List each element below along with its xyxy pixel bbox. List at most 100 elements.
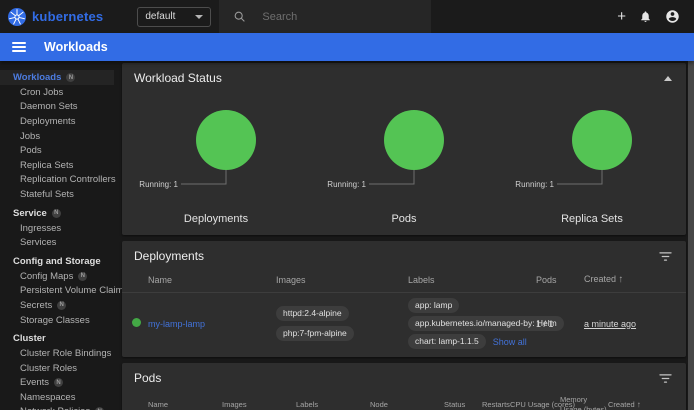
deployments-title: Deployments [134, 249, 204, 263]
column-header-name[interactable]: Name [148, 275, 276, 285]
scrollbar-thumb[interactable] [688, 61, 694, 410]
sidebar-item-cluster-roles[interactable]: Cluster Roles [0, 361, 114, 376]
sidebar-item-cron-jobs[interactable]: Cron Jobs [0, 85, 114, 100]
sidebar-item-persistent-volume-claims[interactable]: Persistent Volume Claims N [0, 284, 114, 299]
sidebar-item-replica-sets[interactable]: Replica Sets [0, 158, 114, 173]
column-header-memory[interactable]: Memory Usage (bytes) [560, 395, 608, 410]
menu-icon[interactable] [12, 42, 26, 52]
column-header-cpu[interactable]: CPU Usage (cores) [510, 400, 560, 410]
app-bar: Workloads [0, 33, 694, 61]
main-content: Workload Status Running: 1 Deployments [114, 61, 694, 410]
sidebar-item-service[interactable]: Service N [0, 206, 114, 221]
top-bar: kubernetes default + [0, 0, 694, 33]
sidebar-item-replication-controllers[interactable]: Replication Controllers [0, 173, 114, 188]
label-chip: chart: lamp-1.1.5 [408, 334, 486, 349]
namespaced-badge: N [57, 301, 66, 310]
deployment-row: my-lamp-lamp httpd:2.4-alpine php:7-fpm-… [122, 293, 686, 357]
pods-card: Pods Name Images Labels Node [122, 363, 686, 410]
namespaced-badge: N [52, 209, 61, 218]
show-all-link[interactable]: Show all [493, 337, 527, 347]
namespaced-badge: N [66, 73, 75, 82]
namespace-selector[interactable]: default [137, 7, 211, 27]
kubernetes-logo-icon [8, 8, 26, 26]
pie-chart-pods: Running: 1 [314, 104, 494, 204]
column-header-status[interactable]: Status [444, 400, 482, 410]
create-resource-button[interactable]: + [617, 9, 626, 24]
chart-title: Pods [391, 213, 416, 225]
sort-arrow-icon: ↑ [619, 274, 624, 285]
column-header-images[interactable]: Images [276, 275, 408, 285]
deployment-images: httpd:2.4-alpine php:7-fpm-alpine [276, 306, 408, 341]
sidebar-item-storage-classes[interactable]: Storage Classes [0, 313, 114, 328]
column-header-created[interactable]: Created ↑ [584, 274, 676, 285]
user-profile-button[interactable] [665, 9, 680, 24]
notifications-button[interactable] [639, 10, 652, 23]
column-header-labels[interactable]: Labels [296, 400, 370, 410]
sidebar-item-config-and-storage[interactable]: Config and Storage [0, 254, 114, 269]
column-header-name[interactable]: Name [148, 400, 222, 410]
sidebar: Workloads N Cron Jobs Daemon Sets Deploy… [0, 61, 114, 410]
filter-button[interactable] [659, 251, 672, 262]
svg-text:Running: 1: Running: 1 [327, 180, 366, 189]
deployment-labels: app: lamp app.kubernetes.io/managed-by: … [408, 298, 536, 349]
brand-name: kubernetes [32, 9, 103, 24]
pie-chart-deployments: Running: 1 [126, 104, 306, 204]
column-header-images[interactable]: Images [222, 400, 296, 410]
deployments-card: Deployments Name Images Labels Pods [122, 241, 686, 357]
sidebar-item-secrets[interactable]: Secrets N [0, 298, 114, 313]
chevron-down-icon [195, 15, 203, 19]
pods-table-header: Name Images Labels Node Status Restarts … [122, 390, 686, 410]
filter-icon [659, 373, 672, 384]
sidebar-item-events[interactable]: Events N [0, 376, 114, 391]
search-bar [219, 0, 431, 33]
column-header-created[interactable]: Created ↑ [608, 400, 676, 410]
deployment-created: a minute ago [584, 319, 676, 329]
sidebar-item-jobs[interactable]: Jobs [0, 129, 114, 144]
sidebar-item-daemon-sets[interactable]: Daemon Sets [0, 100, 114, 115]
column-header-labels[interactable]: Labels [408, 275, 536, 285]
pods-title: Pods [134, 371, 161, 385]
sidebar-item-network-policies[interactable]: Network Policies N [0, 405, 114, 410]
sidebar-item-ingresses[interactable]: Ingresses [0, 221, 114, 236]
sidebar-item-workloads[interactable]: Workloads N [0, 70, 114, 85]
search-icon [233, 10, 246, 23]
svg-text:Running: 1: Running: 1 [139, 180, 178, 189]
kubernetes-dashboard: kubernetes default + [0, 0, 694, 410]
column-header-node[interactable]: Node [370, 400, 444, 410]
chart-pods: Running: 1 Pods [310, 104, 498, 225]
sidebar-item-deployments[interactable]: Deployments [0, 114, 114, 129]
deployments-table-header: Name Images Labels Pods Created ↑ [122, 268, 686, 293]
svg-text:Running: 1: Running: 1 [515, 180, 554, 189]
page-title: Workloads [44, 40, 108, 54]
column-header-restarts[interactable]: Restarts [482, 400, 510, 410]
chart-title: Deployments [184, 213, 248, 225]
sort-arrow-icon: ↑ [637, 400, 641, 409]
label-chip: app: lamp [408, 298, 459, 313]
deployment-name-link[interactable]: my-lamp-lamp [148, 319, 276, 329]
sidebar-item-config-maps[interactable]: Config Maps N [0, 269, 114, 284]
column-header-pods[interactable]: Pods [536, 275, 584, 285]
sidebar-item-namespaces[interactable]: Namespaces [0, 390, 114, 405]
status-ok-icon [132, 318, 141, 327]
chart-title: Replica Sets [561, 213, 623, 225]
topbar-actions: + [617, 9, 680, 24]
collapse-arrow-icon[interactable] [664, 76, 672, 81]
sidebar-item-pods[interactable]: Pods [0, 143, 114, 158]
bell-icon [639, 10, 652, 23]
brand[interactable]: kubernetes [8, 8, 103, 26]
pie-chart-replica-sets: Running: 1 [502, 104, 682, 204]
filter-icon [659, 251, 672, 262]
deployment-pods-count: 1 / 1 [536, 319, 584, 329]
workload-status-title: Workload Status [134, 71, 222, 85]
sidebar-item-services[interactable]: Services [0, 235, 114, 250]
sidebar-item-cluster-role-bindings[interactable]: Cluster Role Bindings [0, 346, 114, 361]
sidebar-item-stateful-sets[interactable]: Stateful Sets [0, 187, 114, 202]
namespaced-badge: N [54, 378, 63, 387]
sidebar-item-cluster[interactable]: Cluster [0, 331, 114, 346]
filter-button[interactable] [659, 373, 672, 384]
workload-status-charts: Running: 1 Deployments Running: 1 Pods [122, 104, 686, 235]
chart-deployments: Running: 1 Deployments [122, 104, 310, 225]
namespaced-badge: N [78, 272, 87, 281]
search-input[interactable] [262, 11, 412, 23]
image-chip: httpd:2.4-alpine [276, 306, 349, 321]
